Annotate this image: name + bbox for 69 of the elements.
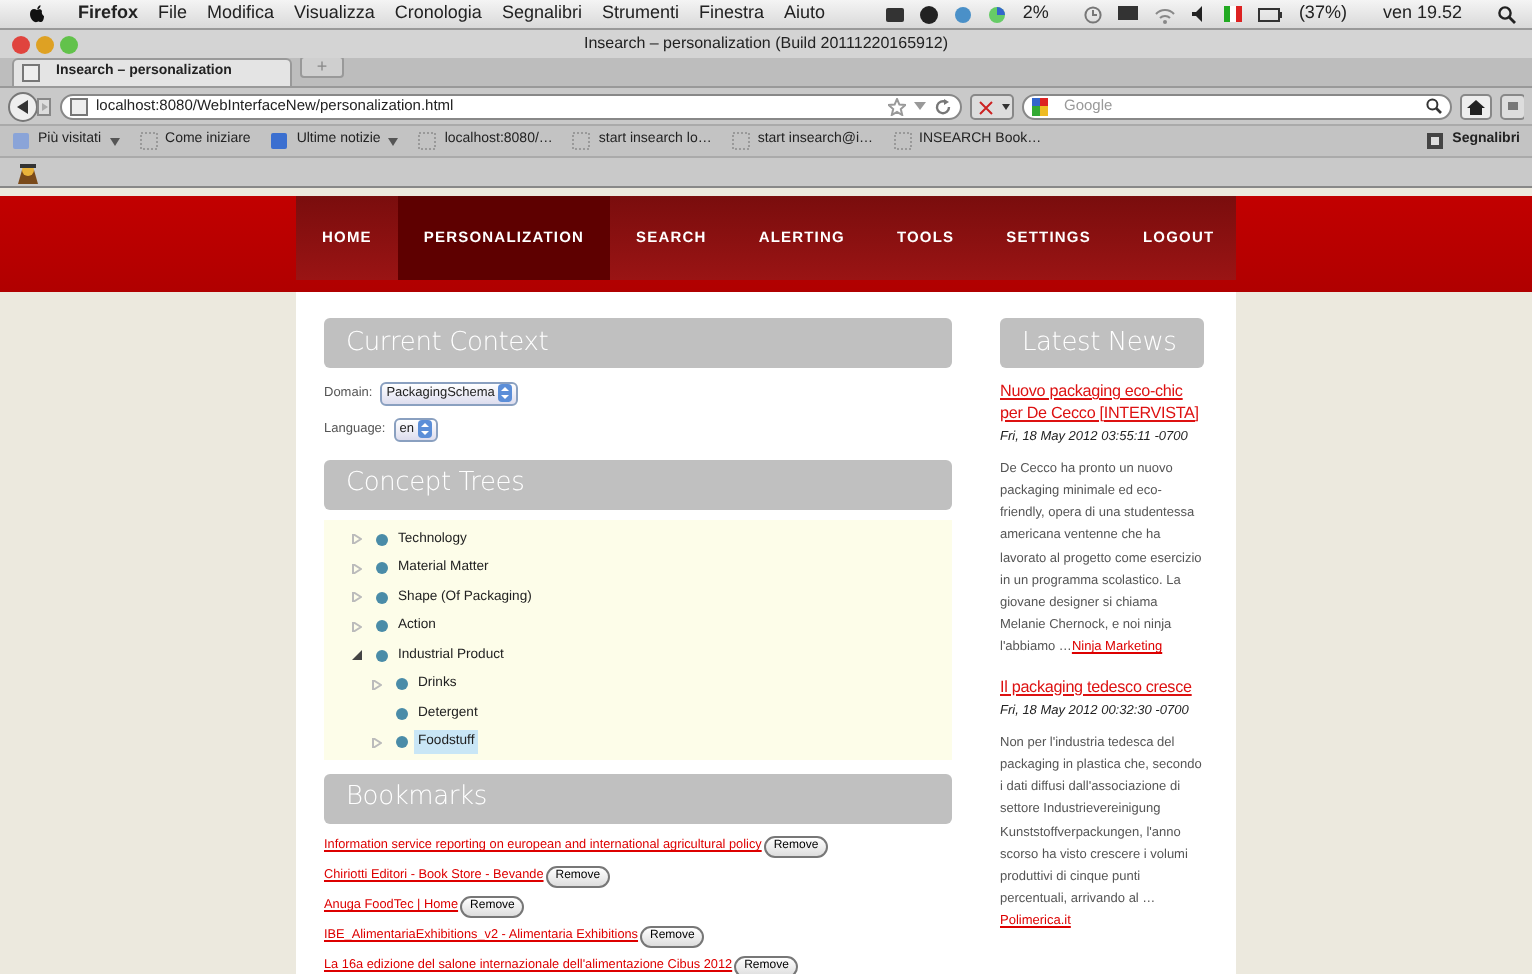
toolbar-button[interactable] bbox=[1500, 93, 1524, 119]
display-icon bbox=[1118, 5, 1139, 23]
back-button[interactable] bbox=[8, 91, 52, 121]
mascot-icon[interactable] bbox=[16, 161, 40, 183]
expand-arrow-icon[interactable] bbox=[352, 563, 362, 574]
minimize-button[interactable] bbox=[36, 35, 54, 53]
news-headline[interactable]: Nuovo packaging eco-chic per De Cecco [INTERVISTA] bbox=[1000, 382, 1204, 424]
section-header: Concept Trees bbox=[324, 459, 952, 509]
page-icon bbox=[22, 64, 40, 82]
collapse-arrow-icon[interactable] bbox=[352, 650, 362, 661]
menu-item[interactable]: Aiuto bbox=[784, 0, 826, 28]
node-dot-icon bbox=[376, 591, 388, 604]
node-dot-icon bbox=[396, 736, 408, 749]
menu-item[interactable]: File bbox=[158, 0, 188, 28]
page-icon bbox=[418, 132, 437, 150]
page-icon bbox=[70, 97, 88, 115]
cpu-usage: 2% bbox=[1022, 0, 1049, 27]
clock-text: ven 19.52 bbox=[1382, 0, 1462, 27]
folder-icon bbox=[12, 132, 30, 150]
home-button[interactable] bbox=[1460, 93, 1492, 119]
star-icon bbox=[888, 97, 906, 115]
menu-item[interactable]: Segnalibri bbox=[501, 0, 582, 28]
expand-arrow-icon[interactable] bbox=[352, 621, 362, 632]
node-dot-icon bbox=[376, 649, 388, 662]
flag-icon bbox=[1224, 6, 1243, 22]
page-icon bbox=[893, 132, 912, 150]
node-dot-icon bbox=[396, 678, 408, 691]
bookmarks-icon bbox=[1426, 132, 1445, 150]
expand-arrow-icon[interactable] bbox=[352, 592, 362, 603]
spinner-icon bbox=[498, 384, 513, 403]
caret-icon bbox=[914, 101, 926, 111]
menu-item[interactable]: Visualizza bbox=[294, 0, 375, 28]
expand-arrow-icon[interactable] bbox=[352, 534, 362, 545]
menu-item[interactable]: Strumenti bbox=[601, 0, 679, 28]
section-header: Latest News bbox=[1000, 318, 1204, 368]
reload-icon bbox=[934, 97, 952, 115]
folder-icon bbox=[270, 132, 289, 150]
clock-icon bbox=[1084, 5, 1103, 23]
page-icon bbox=[139, 132, 158, 150]
page-icon bbox=[731, 132, 750, 150]
menu-item[interactable]: Modifica bbox=[207, 0, 275, 28]
caret-icon bbox=[109, 137, 120, 145]
window-title: Insearch – personalization (Build 20111220165912) bbox=[583, 34, 949, 52]
page-icon bbox=[572, 132, 591, 150]
close-button[interactable] bbox=[12, 35, 30, 53]
wifi-icon bbox=[1154, 5, 1177, 23]
node-dot-icon bbox=[376, 620, 388, 633]
section-header: Bookmarks bbox=[324, 773, 952, 823]
apple-icon bbox=[28, 4, 46, 24]
menu-item[interactable]: Finestra bbox=[698, 0, 764, 28]
app-menu[interactable]: Firefox bbox=[78, 0, 139, 28]
search-icon bbox=[1426, 98, 1442, 114]
news-headline[interactable]: Il packaging tedesco cresce bbox=[1000, 677, 1204, 699]
node-dot-icon bbox=[396, 707, 408, 720]
caret-icon bbox=[388, 137, 399, 145]
expand-arrow-icon[interactable] bbox=[372, 737, 382, 748]
battery-level: (37%) bbox=[1298, 0, 1347, 27]
menu-item[interactable]: Cronologia bbox=[394, 0, 482, 28]
battery-icon bbox=[1258, 7, 1283, 21]
node-dot-icon bbox=[376, 533, 388, 546]
search-icon bbox=[1498, 5, 1516, 23]
status-icon bbox=[886, 5, 905, 23]
addon-button[interactable] bbox=[970, 93, 1014, 119]
node-dot-icon bbox=[376, 562, 388, 575]
expand-arrow-icon[interactable] bbox=[372, 679, 382, 690]
pie-chart-icon bbox=[988, 5, 1007, 23]
zoom-button[interactable] bbox=[60, 35, 78, 53]
spinner-icon bbox=[417, 420, 432, 439]
section-header: Current Context bbox=[324, 318, 952, 368]
